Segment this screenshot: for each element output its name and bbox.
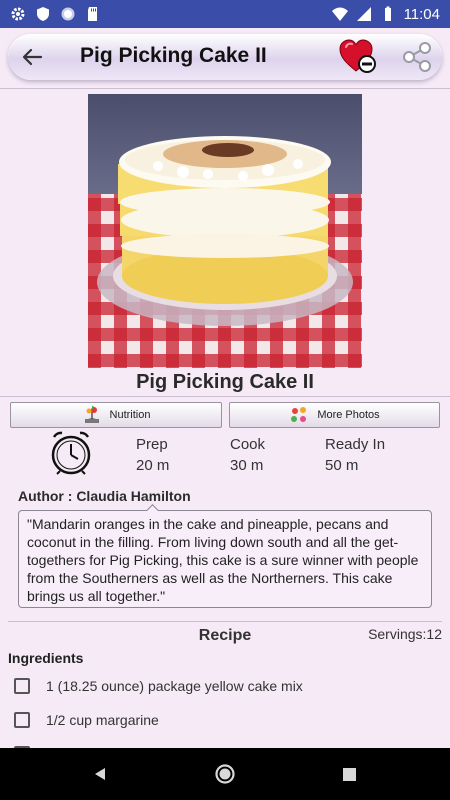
status-time: 11:04 bbox=[403, 5, 440, 23]
nav-home-button[interactable] bbox=[213, 762, 237, 786]
ready-in-label: Ready In bbox=[325, 436, 386, 453]
nutrition-icon bbox=[84, 406, 99, 423]
nutrition-label: Nutrition bbox=[109, 409, 151, 421]
app-bar: Pig Picking Cake II bbox=[0, 28, 450, 88]
photos-icon bbox=[291, 407, 307, 422]
settings-icon bbox=[11, 7, 25, 21]
nav-recents-icon bbox=[342, 767, 356, 781]
recipe-title: Pig Picking Cake II bbox=[136, 371, 314, 393]
author-name: Author : Claudia Hamilton bbox=[18, 488, 191, 504]
circle-icon bbox=[61, 7, 75, 21]
timer-icon bbox=[48, 429, 94, 475]
ingredient-text: 1 (18.25 ounce) package yellow cake mix bbox=[46, 678, 303, 694]
shield-icon bbox=[37, 7, 49, 21]
back-button[interactable] bbox=[16, 40, 48, 74]
nav-home-icon bbox=[215, 764, 235, 784]
cook-value: 30 m bbox=[230, 457, 264, 474]
prep-value: 20 m bbox=[136, 457, 170, 474]
more-photos-label: More Photos bbox=[317, 409, 380, 421]
cook-time: Cook 30 m bbox=[230, 434, 265, 476]
cook-label: Cook bbox=[230, 436, 266, 453]
status-bar: 11:04 bbox=[0, 0, 450, 28]
share-button[interactable] bbox=[400, 40, 434, 74]
recipe-photo bbox=[88, 94, 362, 368]
signal-icon bbox=[356, 7, 371, 21]
header-divider bbox=[0, 88, 450, 89]
favorite-button[interactable] bbox=[338, 38, 378, 76]
sd-card-icon bbox=[88, 7, 97, 21]
nutrition-button[interactable]: Nutrition bbox=[10, 402, 222, 428]
favorite-heart-icon bbox=[339, 39, 376, 73]
nav-back-icon bbox=[95, 768, 105, 780]
ingredient-row: 1/2 cup margarine bbox=[0, 703, 450, 737]
navigation-bar bbox=[0, 748, 450, 800]
more-photos-button[interactable]: More Photos bbox=[229, 402, 440, 428]
page-title: Pig Picking Cake II bbox=[80, 44, 267, 67]
ingredient-checkbox[interactable] bbox=[14, 678, 30, 694]
battery-icon bbox=[384, 6, 391, 21]
servings: Servings:12 bbox=[368, 626, 442, 642]
ingredients-heading: Ingredients bbox=[8, 650, 84, 666]
section-divider bbox=[8, 621, 442, 622]
recipe-description: "Mandarin oranges in the cake and pineap… bbox=[18, 510, 432, 608]
nav-recents-button[interactable] bbox=[337, 762, 361, 786]
back-arrow-icon bbox=[22, 48, 43, 66]
ingredient-row: 1 (18.25 ounce) package yellow cake mix bbox=[0, 669, 450, 703]
ready-in-time: Ready In 50 m bbox=[325, 434, 385, 476]
prep-time: Prep 20 m bbox=[136, 434, 169, 476]
title-divider bbox=[0, 396, 450, 397]
wifi-icon bbox=[331, 7, 348, 21]
ingredient-text: 1/2 cup margarine bbox=[46, 712, 159, 728]
ready-in-value: 50 m bbox=[325, 457, 359, 474]
nav-back-button[interactable] bbox=[88, 762, 112, 786]
prep-label: Prep bbox=[136, 436, 168, 453]
ingredient-checkbox[interactable] bbox=[14, 712, 30, 728]
share-icon bbox=[403, 42, 431, 72]
